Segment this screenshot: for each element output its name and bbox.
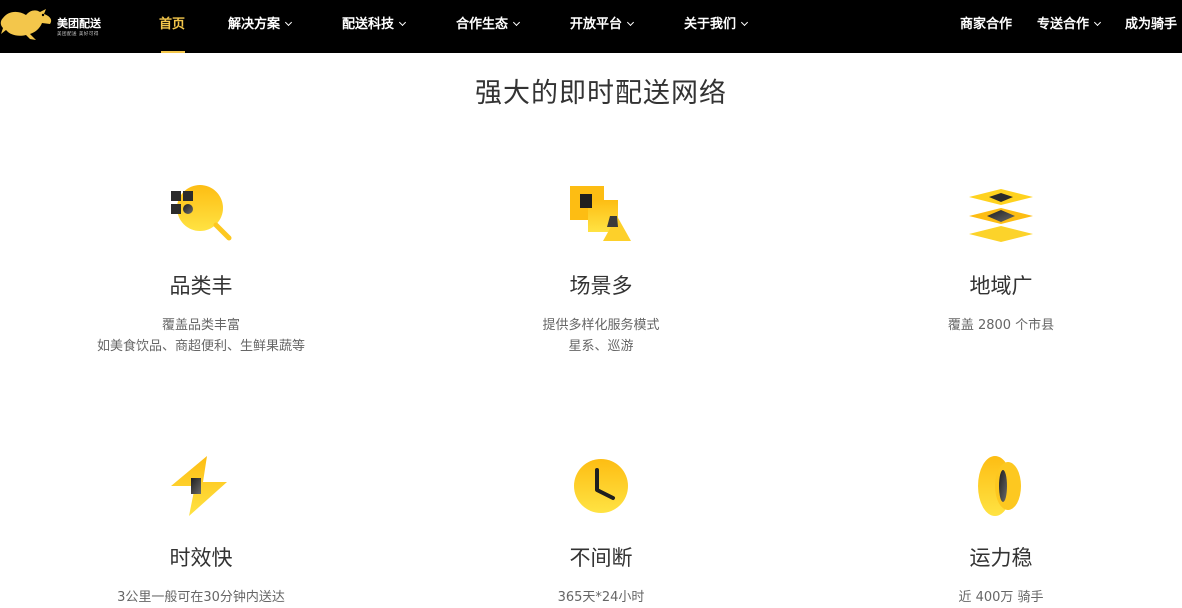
chevron-down-icon bbox=[398, 18, 407, 27]
feature-title: 时效快 bbox=[169, 546, 233, 570]
nav-delivery-tech[interactable]: 配送科技 bbox=[342, 16, 407, 34]
nav-become-rider[interactable]: 成为骑手 bbox=[1125, 16, 1177, 34]
nav-open-platform[interactable]: 开放平台 bbox=[570, 16, 635, 34]
layers-icon bbox=[969, 189, 1033, 242]
feature-desc-line: 近 400万 骑手 bbox=[958, 590, 1044, 605]
feature-desc-line: 如美食饮品、商超便利、生鲜果蔬等 bbox=[96, 339, 305, 354]
lightning-icon bbox=[171, 456, 227, 516]
nav-merchant-cooperation[interactable]: 商家合作 bbox=[960, 16, 1012, 34]
logo-brand-text: 美团配送 bbox=[57, 17, 101, 30]
feature-desc-line: 3公里一般可在30分钟内送达 bbox=[117, 590, 285, 605]
chevron-down-icon bbox=[626, 18, 635, 27]
nav-active-underline bbox=[161, 51, 185, 53]
top-navigation-bar: 美团配送 美团配送 美好可得 首页 解决方案 配送科技 合作生态 开放平台 关于… bbox=[0, 0, 1182, 53]
nav-home[interactable]: 首页 bbox=[159, 16, 185, 34]
nav-ecosystem[interactable]: 合作生态 bbox=[456, 16, 521, 34]
feature-title: 场景多 bbox=[569, 274, 633, 298]
feature-desc-line: 365天*24小时 bbox=[557, 590, 645, 605]
clock-icon bbox=[574, 459, 628, 513]
kangaroo-icon bbox=[0, 9, 52, 40]
feature-title: 品类丰 bbox=[169, 274, 233, 298]
feature-desc-line: 提供多样化服务模式 bbox=[542, 318, 660, 333]
nav-dedicated-delivery[interactable]: 专送合作 bbox=[1037, 16, 1102, 34]
shapes-icon bbox=[570, 186, 631, 241]
feature-desc-line: 覆盖 2800 个市县 bbox=[947, 318, 1055, 333]
chevron-down-icon bbox=[284, 18, 293, 27]
feature-desc-line: 覆盖品类丰富 bbox=[161, 318, 240, 333]
chevron-down-icon bbox=[512, 18, 521, 27]
nav-solutions[interactable]: 解决方案 bbox=[228, 16, 293, 34]
chevron-down-icon bbox=[1093, 18, 1102, 27]
feature-title: 地域广 bbox=[969, 274, 1033, 298]
logo-slogan: 美团配送 美好可得 bbox=[57, 32, 99, 37]
magnifier-icon bbox=[171, 185, 232, 241]
feature-title: 运力稳 bbox=[969, 546, 1033, 570]
feature-desc-line: 星系、巡游 bbox=[568, 339, 634, 354]
nav-about-us[interactable]: 关于我们 bbox=[684, 16, 749, 34]
coin-icon bbox=[978, 456, 1021, 516]
chevron-down-icon bbox=[740, 18, 749, 27]
meituan-delivery-logo[interactable]: 美团配送 美团配送 美好可得 bbox=[0, 4, 110, 44]
section-title: 强大的即时配送网络 bbox=[475, 78, 727, 109]
feature-title: 不间断 bbox=[569, 546, 633, 570]
